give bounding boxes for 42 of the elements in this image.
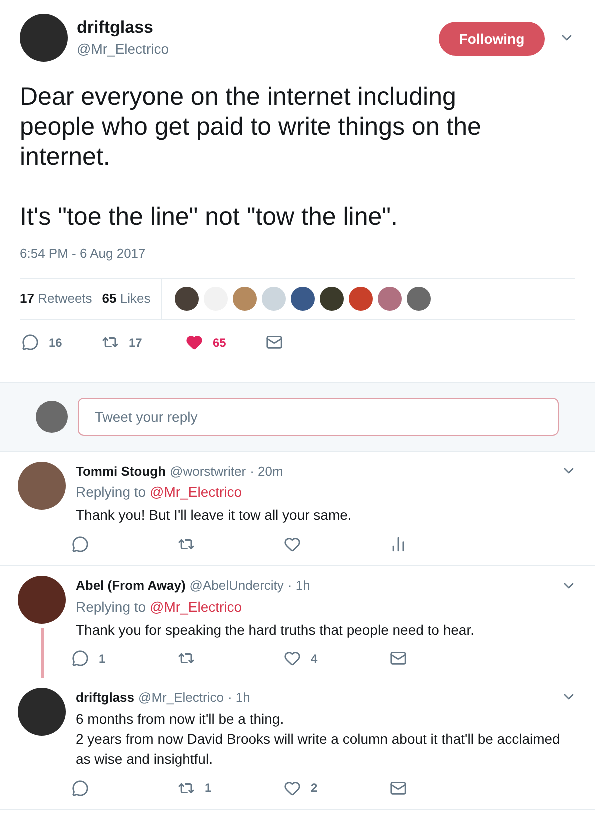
reply-text: Thank you for speaking the hard truths that people need to hear. [76,620,476,640]
mention-link[interactable]: @Mr_Electrico [150,596,242,618]
stat-link[interactable]: 17 Retweets [20,288,92,308]
reply-text: 6 months from now it'll be a thing. [76,710,286,729]
follow-button[interactable]: Following [439,22,545,56]
reply-author[interactable]: driftglass [76,688,135,707]
reply-time[interactable]: · 20m [250,462,284,481]
action-count: 17 [129,334,142,352]
timestamp[interactable]: 6:54 PM - 6 Aug 2017 [20,244,575,264]
reply-handle[interactable]: @worstwriter [170,462,246,481]
reply-button[interactable]: 1 [72,646,178,670]
reply-author[interactable]: Tommi Stough [76,462,166,481]
action-count: 1 [99,650,106,668]
reply-button[interactable]: 16 [22,330,102,354]
like-button[interactable]: 2 [284,776,390,800]
reply-text: Thank you! But I'll leave it tow all your same. [76,506,353,525]
replying-label: Replying to [76,598,146,617]
action-count: 16 [49,334,62,352]
reply-handle[interactable]: @AbelUndercity [190,576,284,596]
author-name[interactable]: driftglass [77,17,170,39]
avatar [36,400,68,432]
reply-author[interactable]: Abel (From Away) [76,576,186,596]
action-count: 4 [311,650,318,668]
reply-text: 2 years from now David Brooks will write a column about it that'll be acclaimed as wise and insightful. [76,730,562,769]
avatar [20,14,68,62]
like-button[interactable]: 65 [186,330,266,354]
reply-time[interactable]: · 1h [288,576,310,596]
mention-link[interactable]: @Mr_Electrico [150,482,242,503]
tweet-text: It's "toe the line" not "tow the line". [20,202,399,232]
reply-field[interactable]: Tweet your reply [78,398,559,436]
reply-handle[interactable]: @Mr_Electrico [138,688,224,707]
retweet-button[interactable]: 1 [178,776,284,800]
action-count: 1 [205,780,212,797]
retweet-button[interactable]: 17 [102,330,186,354]
replying-label: Replying to [76,483,146,502]
stat-link[interactable]: 65 Likes [102,288,151,308]
like-button[interactable]: 4 [284,646,390,670]
tweet-text: Dear everyone on the internet including people who get paid to write things on the internet. [20,82,482,172]
author-handle[interactable]: @Mr_Electrico [77,39,170,60]
reply-time[interactable]: · 1h [228,688,250,707]
action-count: 65 [213,334,226,352]
action-count: 2 [311,780,318,797]
